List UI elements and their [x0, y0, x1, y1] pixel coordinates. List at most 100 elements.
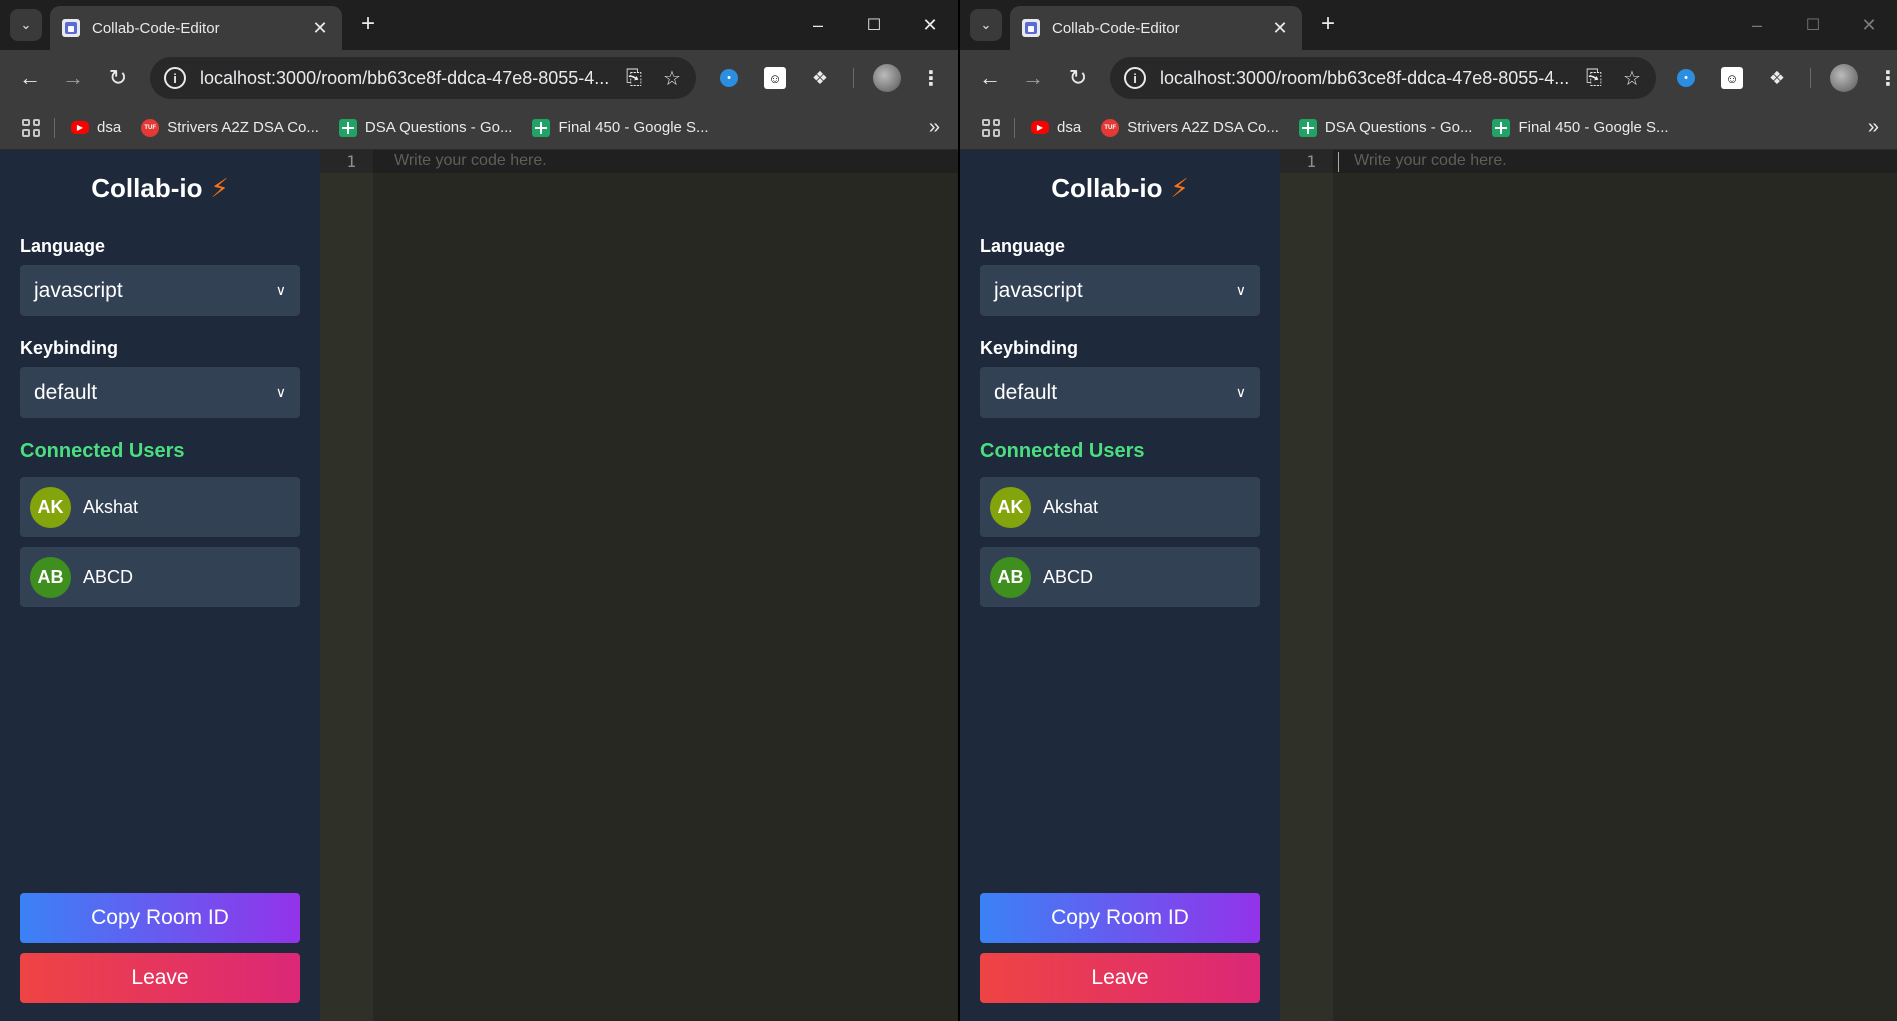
code-editor[interactable]: 1 Write your code here. — [1280, 150, 1897, 1021]
back-button[interactable]: ← — [15, 63, 45, 93]
collab-app: Collab-io ⚡︎ Language javascript ∨ Keybi… — [960, 150, 1897, 1021]
user-card: AB ABCD — [20, 547, 300, 607]
editor-gutter — [320, 150, 373, 1021]
more-menu-icon[interactable]: ⋮ — [1878, 64, 1897, 92]
extension-face-icon[interactable]: ☺ — [764, 67, 786, 89]
extension-blue-icon[interactable]: • — [1677, 69, 1695, 87]
user-name: Akshat — [83, 496, 139, 517]
tab-search-button[interactable]: ⌄ — [10, 9, 42, 41]
user-card: AB ABCD — [980, 547, 1260, 607]
bookmark-star-icon[interactable]: ☆ — [658, 64, 686, 92]
bookmark-label: Strivers A2Z DSA Co... — [167, 119, 319, 136]
bookmark-label: dsa — [97, 119, 122, 136]
new-tab-button[interactable]: + — [1314, 10, 1342, 38]
line-number: 1 — [346, 152, 356, 171]
reload-button[interactable]: ↻ — [1063, 63, 1093, 93]
lightning-bolt-icon: ⚡︎ — [210, 172, 229, 203]
browser-tab[interactable]: Collab-Code-Editor ✕ — [1010, 6, 1302, 50]
user-name: ABCD — [83, 566, 134, 587]
connected-users-title: Connected Users — [980, 440, 1145, 462]
bookmark-label: Strivers A2Z DSA Co... — [1127, 119, 1279, 136]
language-select[interactable]: javascript ∨ — [20, 265, 300, 316]
app-brand: Collab-io ⚡︎ — [980, 150, 1260, 226]
line-number: 1 — [1306, 152, 1316, 171]
forward-button[interactable]: → — [1018, 63, 1048, 93]
chevron-down-icon: ⌄ — [980, 17, 992, 32]
profile-avatar-icon[interactable] — [873, 64, 901, 92]
lightning-bolt-icon: ⚡︎ — [1170, 172, 1189, 203]
more-menu-icon[interactable]: ⋮ — [921, 64, 941, 92]
site-info-icon[interactable]: i — [1124, 67, 1146, 89]
bookmark-label: dsa — [1057, 119, 1082, 136]
extension-blue-icon[interactable]: • — [720, 69, 738, 87]
sheets-icon — [1298, 118, 1317, 137]
youtube-icon: ▶ — [71, 121, 89, 134]
maximize-button[interactable]: ☐ — [1785, 0, 1841, 50]
new-tab-button[interactable]: + — [354, 10, 382, 38]
address-bar[interactable]: i localhost:3000/room/bb63ce8f-ddca-47e8… — [150, 57, 696, 99]
bookmark-item[interactable]: TUF Strivers A2Z DSA Co... — [1101, 118, 1279, 137]
forward-button[interactable]: → — [58, 63, 88, 93]
bookmarks-bar: ▶ dsa TUF Strivers A2Z DSA Co... DSA Quest… — [960, 106, 1897, 150]
leave-button[interactable]: Leave — [980, 953, 1260, 1003]
bookmark-star-icon[interactable]: ☆ — [1618, 64, 1646, 92]
keybinding-select[interactable]: default ∨ — [980, 367, 1260, 418]
bookmarks-bar: ▶ dsa TUF Strivers A2Z DSA Co... DSA Quest… — [0, 106, 958, 150]
bookmark-item[interactable]: Final 450 - Google S... — [1492, 118, 1669, 137]
extensions-puzzle-icon[interactable]: ❖ — [808, 66, 832, 90]
copy-room-id-button[interactable]: Copy Room ID — [20, 893, 300, 943]
bookmark-item[interactable]: Final 450 - Google S... — [532, 118, 709, 137]
extension-face-icon[interactable]: ☺ — [1721, 67, 1743, 89]
bookmark-item[interactable]: ▶ dsa — [1031, 119, 1081, 136]
user-name: ABCD — [1043, 566, 1094, 587]
bookmark-item[interactable]: DSA Questions - Go... — [1298, 118, 1472, 137]
collab-app: Collab-io ⚡︎ Language javascript ∨ Keybi… — [0, 150, 958, 1021]
user-avatar: AK — [990, 486, 1031, 528]
address-bar[interactable]: i localhost:3000/room/bb63ce8f-ddca-47e8… — [1110, 57, 1656, 99]
apps-grid-icon[interactable] — [982, 118, 1000, 137]
address-url[interactable]: localhost:3000/room/bb63ce8f-ddca-47e8-8… — [1160, 68, 1580, 89]
bookmarks-overflow-icon[interactable]: » — [1868, 116, 1879, 139]
browser-window-right: ⌄ Collab-Code-Editor ✕ + – ☐ ✕ ← → ↻ i l… — [960, 0, 1897, 1021]
user-card: AK Akshat — [980, 477, 1260, 537]
language-label: Language — [980, 236, 1066, 256]
arrow-left-icon: ← — [19, 65, 41, 90]
extensions-puzzle-icon[interactable]: ❖ — [1765, 66, 1789, 90]
minimize-button[interactable]: – — [790, 0, 846, 50]
bookmark-item[interactable]: DSA Questions - Go... — [338, 118, 512, 137]
apps-grid-icon[interactable] — [22, 118, 40, 137]
chevron-down-icon: ∨ — [275, 384, 286, 400]
minimize-button[interactable]: – — [1729, 0, 1785, 50]
code-editor[interactable]: 1 Write your code here. — [320, 150, 958, 1021]
bookmarks-overflow-icon[interactable]: » — [929, 116, 940, 139]
arrow-right-icon: → — [62, 65, 84, 90]
favicon-icon — [62, 19, 80, 37]
leave-button[interactable]: Leave — [20, 953, 300, 1003]
tab-strip: ⌄ Collab-Code-Editor ✕ + – ☐ ✕ — [0, 0, 958, 50]
sidebar: Collab-io ⚡︎ Language javascript ∨ Keybi… — [960, 150, 1280, 1021]
text-cursor — [1338, 152, 1339, 172]
install-app-icon[interactable]: ⎘ — [1580, 64, 1608, 92]
copy-room-id-button[interactable]: Copy Room ID — [980, 893, 1260, 943]
close-tab-icon[interactable]: ✕ — [1270, 18, 1290, 39]
language-select[interactable]: javascript ∨ — [980, 265, 1260, 316]
address-url[interactable]: localhost:3000/room/bb63ce8f-ddca-47e8-8… — [200, 68, 620, 89]
bookmark-item[interactable]: TUF Strivers A2Z DSA Co... — [141, 118, 319, 137]
tab-search-button[interactable]: ⌄ — [970, 9, 1002, 41]
close-tab-icon[interactable]: ✕ — [310, 18, 330, 39]
back-button[interactable]: ← — [975, 63, 1005, 93]
close-window-button[interactable]: ✕ — [1841, 0, 1897, 50]
sheets-icon — [338, 118, 357, 137]
browser-tab[interactable]: Collab-Code-Editor ✕ — [50, 6, 342, 50]
keybinding-select[interactable]: default ∨ — [20, 367, 300, 418]
editor-gutter — [1280, 150, 1333, 1021]
profile-avatar-icon[interactable] — [1830, 64, 1858, 92]
close-window-button[interactable]: ✕ — [902, 0, 958, 50]
maximize-button[interactable]: ☐ — [846, 0, 902, 50]
browser-toolbar: ← → ↻ i localhost:3000/room/bb63ce8f-ddc… — [960, 50, 1897, 106]
bookmark-item[interactable]: ▶ dsa — [71, 119, 121, 136]
site-info-icon[interactable]: i — [164, 67, 186, 89]
user-avatar: AB — [30, 556, 71, 598]
install-app-icon[interactable]: ⎘ — [620, 64, 648, 92]
reload-button[interactable]: ↻ — [103, 63, 133, 93]
